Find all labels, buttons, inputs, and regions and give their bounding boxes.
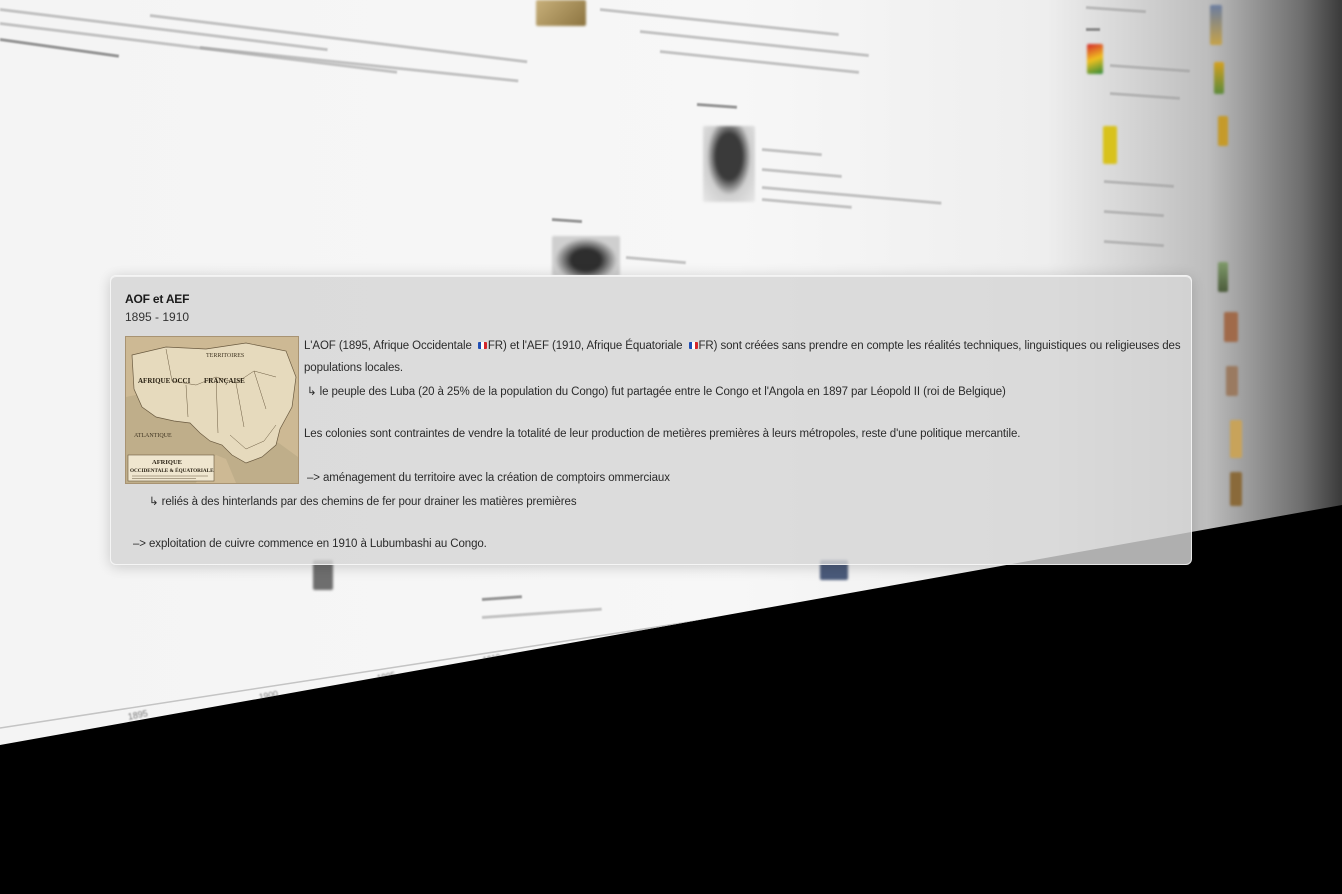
timeline-tick-label: 1940 (929, 583, 944, 593)
card-hinterlands-note: ↳ reliés à des hinterlands par des chemi… (149, 496, 577, 508)
card-amenagement-item: –> aménagement du territoire avec la cré… (307, 472, 670, 484)
card-cuivre-item: –> exploitation de cuivre commence en 19… (133, 538, 487, 550)
timeline-tick-label: 1935 (873, 592, 889, 603)
card-text-segment: FR) et l'AEF (1910, Afrique Équatoriale (487, 340, 686, 352)
timeline-tick-label: 1925 (741, 613, 758, 623)
card-title: AOF et AEF (125, 292, 190, 306)
timeline-axis-line (0, 567, 1041, 729)
map-label: TERRITOIRES (206, 353, 244, 359)
map-label: ATLANTIQUE (134, 433, 172, 439)
event-detail-card[interactable]: AOF et AEF 1895 - 1910 TERRITOIRES AFRIQ… (110, 275, 1192, 565)
map-illustration: TERRITOIRES AFRIQUE OCCI FRANÇAISE ATLAN… (126, 337, 298, 483)
map-label: AFRIQUE OCCI (138, 377, 191, 385)
card-colonies-paragraph: Les colonies sont contraintes de vendre … (304, 428, 1021, 440)
map-label: FRANÇAISE (204, 377, 245, 385)
france-flag-icon (477, 342, 487, 349)
card-text-segment: FR) sont créées sans prendre en compte l… (698, 340, 1181, 352)
timeline-tick-label: 1895 (127, 708, 149, 722)
timeline-tick-label: 1910 (482, 653, 502, 666)
screen: 1895 1900 1905 1910 1915 1920 1925 1930 1935 1940… (0, 0, 1342, 894)
card-text-segment: L'AOF (1895, Afrique Occidentale (304, 340, 475, 352)
card-luba-note: ↳ le peuple des Luba (20 à 25% de la pop… (307, 386, 1006, 398)
timeline-tick-label: 1905 (375, 669, 396, 683)
colonial-map-image[interactable]: TERRITOIRES AFRIQUE OCCI FRANÇAISE ATLAN… (125, 336, 299, 484)
timeline-tick-label: 1945 (980, 576, 994, 585)
card-dates: 1895 - 1910 (125, 310, 190, 324)
timeline-tick-label: 1950 (1026, 569, 1039, 578)
map-caption: AFRIQUE (152, 459, 182, 466)
map-caption: OCCIDENTALE & ÉQUATORIALE (130, 466, 214, 474)
france-flag-icon (688, 342, 698, 349)
card-paragraph-intro: L'AOF (1895, Afrique Occidentale FR) et … (304, 340, 1181, 352)
timeline-tick-label: 1930 (810, 602, 827, 612)
card-paragraph-intro-continued: populations locales. (304, 362, 404, 374)
timeline-tick-label: 1920 (663, 625, 682, 637)
